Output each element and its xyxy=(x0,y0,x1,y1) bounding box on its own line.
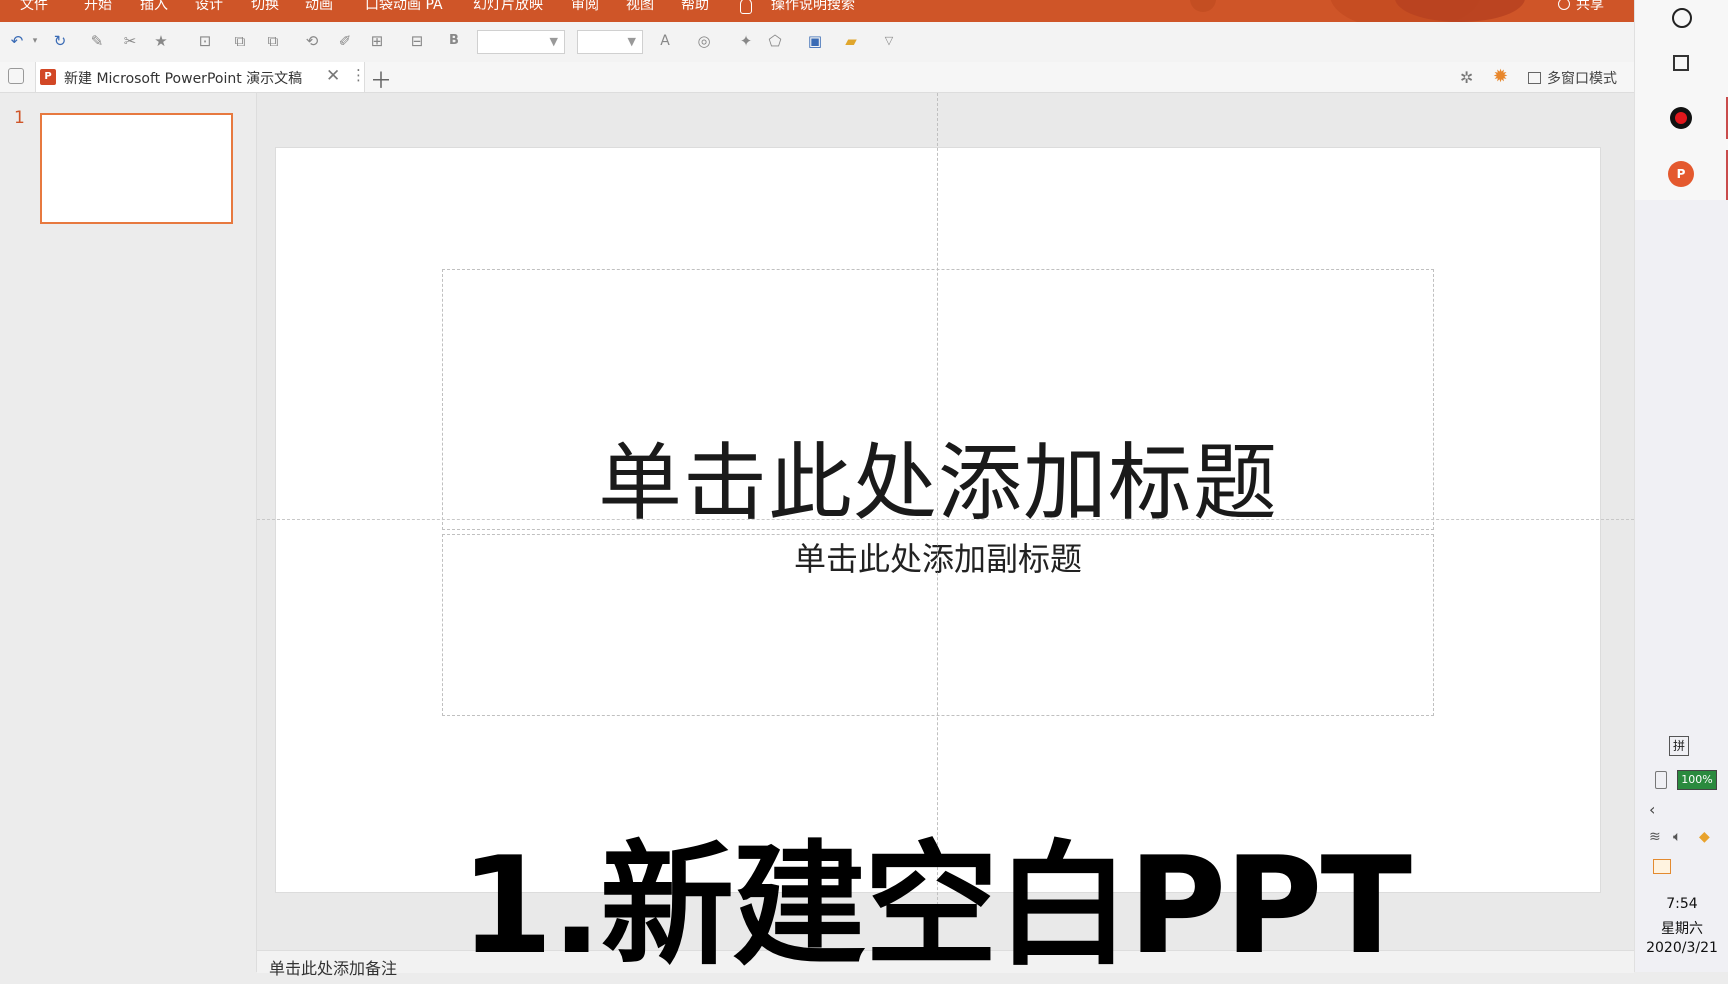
customize-icon[interactable]: ▽ xyxy=(880,32,898,50)
menubar-decoration xyxy=(1190,0,1216,12)
lightbulb-icon xyxy=(740,0,752,14)
menu-review[interactable]: 审阅 xyxy=(571,0,599,14)
share-button[interactable]: 共享 xyxy=(1558,0,1604,14)
powerpoint-app-icon[interactable]: P xyxy=(1668,161,1694,187)
menu-pocket-animation[interactable]: 口袋动画 PA xyxy=(365,0,443,14)
menu-file[interactable]: 文件 xyxy=(20,0,48,14)
menu-design[interactable]: 设计 xyxy=(195,0,223,14)
title-placeholder[interactable]: 单击此处添加标题 xyxy=(442,269,1434,532)
battery-indicator[interactable]: 100% xyxy=(1677,770,1717,790)
font-name-combo[interactable]: ▼ xyxy=(477,30,565,54)
screen-capture-icon[interactable] xyxy=(1673,55,1689,71)
chevron-left-icon[interactable]: ‹ xyxy=(1649,800,1655,819)
slide-number: 1 xyxy=(14,108,25,128)
menu-view[interactable]: 视图 xyxy=(626,0,654,14)
slide-thumbnail[interactable] xyxy=(40,113,233,224)
clear-format-icon[interactable]: ✂ xyxy=(121,32,139,50)
new-tab-icon[interactable]: ＋ xyxy=(370,63,392,95)
menu-animations[interactable]: 动画 xyxy=(305,0,333,14)
undo-dropdown-icon[interactable]: ▾ xyxy=(26,32,44,50)
wifi-icon[interactable]: ≋ xyxy=(1649,829,1661,845)
pin-icon[interactable]: ✲ xyxy=(1460,68,1473,87)
font-color-button[interactable]: A xyxy=(656,32,674,50)
chevron-down-icon: ▼ xyxy=(627,35,636,48)
format-painter-icon[interactable]: ✎ xyxy=(88,32,106,50)
horizontal-guide[interactable] xyxy=(257,519,1634,520)
clock-time[interactable]: 7:54 xyxy=(1635,896,1728,912)
font-size-combo[interactable]: ▼ xyxy=(577,30,643,54)
draw-icon[interactable]: ✐ xyxy=(336,32,354,50)
record-icon[interactable] xyxy=(1670,107,1692,129)
document-tab-title: 新建 Microsoft PowerPoint 演示文稿 xyxy=(64,71,303,87)
redo-icon[interactable]: ↻ xyxy=(51,32,69,50)
menu-slideshow[interactable]: 幻灯片放映 xyxy=(473,0,543,14)
chevron-down-icon: ▼ xyxy=(549,35,558,48)
document-tab-bar: P 新建 Microsoft PowerPoint 演示文稿 ✕ ⋮ ＋ ✲ ✹… xyxy=(0,62,1634,95)
search-tell-me[interactable]: 操作说明搜索 xyxy=(771,0,855,14)
clock-date[interactable]: 2020/3/21 xyxy=(1635,940,1728,956)
calendar-icon[interactable] xyxy=(1653,859,1671,874)
vertical-guide[interactable] xyxy=(937,93,938,950)
menu-transitions[interactable]: 切换 xyxy=(251,0,279,14)
subtitle-placeholder[interactable]: 单击此处添加副标题 xyxy=(442,534,1434,716)
tutorial-caption: 1.新建空白PPT xyxy=(460,828,1412,984)
group-icon[interactable]: ⊡ xyxy=(196,32,214,50)
notification-icon[interactable]: ◆ xyxy=(1699,829,1710,845)
circle-icon[interactable] xyxy=(1672,8,1692,28)
title-placeholder-text: 单击此处添加标题 xyxy=(597,434,1278,532)
settings-gear-icon[interactable]: ✹ xyxy=(1493,66,1508,87)
share-label: 共享 xyxy=(1576,0,1604,13)
more-options-icon[interactable]: ⋮ xyxy=(351,66,366,84)
powerpoint-icon: P xyxy=(40,69,56,85)
undo-icon[interactable]: ↶ xyxy=(8,32,26,50)
open-folder-icon[interactable]: ▰ xyxy=(842,32,860,50)
menu-bar: 文件 开始 插入 设计 切换 动画 口袋动画 PA 幻灯片放映 审阅 视图 帮助… xyxy=(0,0,1634,22)
slide-canvas[interactable]: 单击此处添加标题 单击此处添加副标题 xyxy=(275,147,1601,893)
multi-window-mode-button[interactable]: 多窗口模式 xyxy=(1528,68,1617,88)
bring-forward-icon[interactable]: ⧉ xyxy=(231,32,249,50)
notes-placeholder: 单击此处添加备注 xyxy=(269,959,398,978)
shape-effects-icon[interactable]: ✦ xyxy=(737,32,755,50)
window-icon xyxy=(1528,72,1541,84)
send-backward-icon[interactable]: ⧉ xyxy=(264,32,282,50)
align-icon[interactable]: ⊞ xyxy=(368,32,386,50)
subtitle-placeholder-text: 单击此处添加副标题 xyxy=(793,540,1082,578)
volume-icon[interactable]: 🔈︎ xyxy=(1673,829,1681,845)
bold-button[interactable]: B xyxy=(445,32,463,50)
document-list-icon[interactable] xyxy=(8,68,24,84)
side-panel: P 拼 100% ‹ ≋ 🔈︎ ◆ 7:54 星期六 2020/3/21 xyxy=(1634,0,1728,972)
quick-access-toolbar: ↶ ▾ ↻ ✎ ✂ ★ ⊡ ⧉ ⧉ ⟲ ✐ ⊞ ⊟ B ▼ ▼ A ◎ ✦ ⬠ … xyxy=(0,22,1634,62)
menu-insert[interactable]: 插入 xyxy=(140,0,168,14)
slide-edit-area: 单击此处添加标题 单击此处添加副标题 xyxy=(257,93,1634,950)
save-icon[interactable]: ▣ xyxy=(806,32,824,50)
document-tab[interactable]: P 新建 Microsoft PowerPoint 演示文稿 ✕ ⋮ xyxy=(35,62,366,92)
menu-home[interactable]: 开始 xyxy=(84,0,112,14)
ime-indicator[interactable]: 拼 xyxy=(1669,736,1689,756)
shape-fill-icon[interactable]: ◎ xyxy=(695,32,713,50)
plug-icon xyxy=(1655,771,1667,789)
recorder-toolbar: P xyxy=(1635,0,1728,200)
multi-window-label: 多窗口模式 xyxy=(1547,71,1617,87)
menu-help[interactable]: 帮助 xyxy=(681,0,709,14)
clock-weekday[interactable]: 星期六 xyxy=(1635,918,1728,938)
star-icon[interactable]: ★ xyxy=(152,32,170,50)
shapes-icon[interactable]: ⬠ xyxy=(766,32,784,50)
user-icon xyxy=(1558,0,1570,10)
close-icon[interactable]: ✕ xyxy=(326,66,340,86)
rotate-icon[interactable]: ⟲ xyxy=(303,32,321,50)
slide-thumbnails-pane: 1 xyxy=(0,93,257,972)
arrange-icon[interactable]: ⊟ xyxy=(408,32,426,50)
